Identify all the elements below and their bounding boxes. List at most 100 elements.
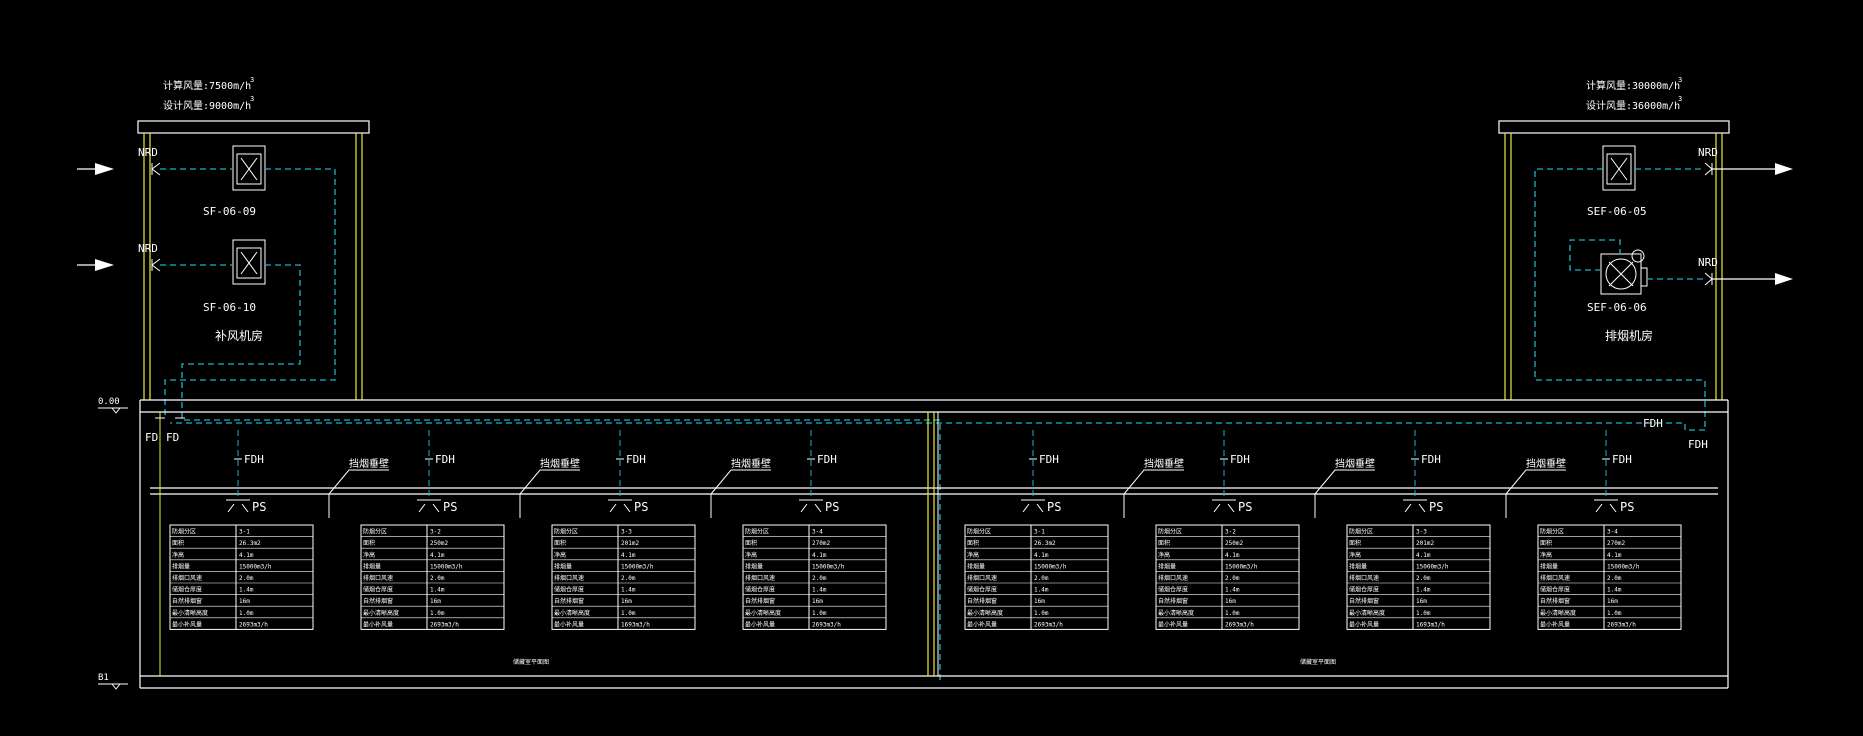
zone-table-label: 自然排烟窗 (1349, 597, 1379, 605)
level-bottom-label: B1 (98, 673, 109, 683)
right-exhaust-arrow-2 (1712, 273, 1793, 285)
zone-table-label: 最小清晰高度 (1158, 609, 1194, 617)
right-fdh-label-2: FDH (1688, 438, 1708, 451)
zone-table-value: 1.0m (1034, 610, 1049, 617)
ps-outlet-icon (1594, 499, 1618, 513)
fdh-label: FDH (435, 453, 455, 466)
zone-table-value: 16m (1416, 598, 1427, 605)
zone-table-label: 储烟仓厚度 (554, 586, 584, 594)
zone-table-value: 4.1m (430, 552, 445, 559)
zone-table-value: 1693m3/h (621, 621, 650, 628)
zone-table-label: 净高 (1540, 551, 1552, 559)
zone-table-label: 面积 (745, 539, 757, 547)
zone-table-label: 自然排烟窗 (1540, 597, 1570, 605)
zone-table-value: 2.0m (430, 575, 445, 582)
zone-table-value: 26.3m2 (239, 540, 261, 547)
zone-table-label: 净高 (745, 551, 757, 559)
ps-outlet-icon (799, 499, 823, 513)
exhaust-fan-icon-1 (1602, 145, 1636, 191)
zone-table-label: 排烟口风速 (967, 574, 997, 582)
left-machine-room: 计算风量:7500m/h 设计风量:9000m/h 3 3 NRD NRD SF… (77, 76, 941, 680)
left-nrd-valve-2-icon (151, 258, 161, 272)
zone-table-label: 最小补风量 (967, 620, 997, 628)
fdh-label: FDH (1230, 453, 1250, 466)
zone-table-label: 最小清晰高度 (967, 609, 1003, 617)
zone-table-label: 储烟仓厚度 (363, 586, 393, 594)
zone-table-label: 最小清晰高度 (745, 609, 781, 617)
ps-outlet-icon (417, 499, 441, 513)
zone-table-label: 自然排烟窗 (363, 597, 393, 605)
zone-table-label: 储烟仓厚度 (1158, 586, 1188, 594)
smoke-screen-label: 挡烟垂壁 (540, 457, 580, 470)
zone-table-value: 16m (1607, 598, 1618, 605)
right-sup3-b: 3 (1678, 95, 1682, 103)
zone-table-value: 1.0m (812, 610, 827, 617)
zone-table-label: 净高 (1158, 551, 1170, 559)
zone-table-value: 1.0m (1416, 610, 1431, 617)
zone-table-label: 排烟口风速 (1540, 574, 1570, 582)
zone-table-label: 防烟分区 (967, 528, 991, 536)
ps-label: PS (252, 500, 266, 514)
zone-table-label: 自然排烟窗 (745, 597, 775, 605)
zone-table-label: 最小清晰高度 (172, 609, 208, 617)
zone-table-value: 3-1 (1034, 529, 1045, 536)
zone-table-value: 2.0m (812, 575, 827, 582)
zone-table-label: 面积 (967, 539, 979, 547)
ps-label: PS (1429, 500, 1443, 514)
zone-table-label: 面积 (1349, 539, 1361, 547)
right-machine-room: 计算风量:30000m/h 设计风量:36000m/h 3 3 NRD NRD … (170, 76, 1793, 451)
left-sup3-b: 3 (250, 95, 254, 103)
zone-table-label: 排烟口风速 (1349, 574, 1379, 582)
zone-table-value: 26.3m2 (1034, 540, 1056, 547)
zone-table-label: 面积 (363, 539, 375, 547)
fdh-label: FDH (626, 453, 646, 466)
zone-table-value: 3-4 (1607, 529, 1618, 536)
ps-label: PS (634, 500, 648, 514)
zone-table-value: 16m (1034, 598, 1045, 605)
zone-table-value: 250m2 (1225, 540, 1243, 547)
ventilation-section-drawing: 计算风量:7500m/h 设计风量:9000m/h 3 3 NRD NRD SF… (77, 76, 1793, 690)
zone-table-value: 2.0m (239, 575, 254, 582)
level-top-label: 0.00 (98, 397, 120, 407)
zone-table-value: 1.4m (1607, 587, 1622, 594)
fdh-label: FDH (244, 453, 264, 466)
level-top-marker-icon (98, 407, 128, 414)
zone-table-value: 15000m3/h (812, 563, 845, 570)
zone-table-value: 270m2 (1607, 540, 1625, 547)
zone-table-value: 201m2 (1416, 540, 1434, 547)
zone-table-value: 1.0m (1225, 610, 1240, 617)
zone-table-value: 2.0m (1034, 575, 1049, 582)
fdh-label: FDH (1421, 453, 1441, 466)
zone-table-label: 排烟口风速 (363, 574, 393, 582)
zone-table-value: 2693m3/h (1607, 621, 1636, 628)
left-roof-slab (137, 120, 370, 134)
zone-table-label: 排烟量 (745, 562, 763, 570)
zone-table-label: 储烟仓厚度 (1540, 586, 1570, 594)
zone-table-value: 1.0m (239, 610, 254, 617)
supply-fan-icon-2 (232, 239, 266, 285)
zone-table-value: 4.1m (239, 552, 254, 559)
zone-table-value: 250m2 (430, 540, 448, 547)
exhaust-fan-2-id: SEF-06-06 (1587, 301, 1647, 314)
right-nrd-label-2: NRD (1698, 256, 1718, 269)
smoke-screen-label: 挡烟垂壁 (349, 457, 389, 470)
zone-table-value: 15000m3/h (239, 563, 272, 570)
zone-table-value: 15000m3/h (1225, 563, 1258, 570)
zone-table-value: 1.0m (1607, 610, 1622, 617)
zone-table-label: 排烟量 (363, 562, 381, 570)
zone-table-label: 自然排烟窗 (1158, 597, 1188, 605)
zone-table-value: 2693m3/h (1034, 621, 1063, 628)
zone-table-label: 排烟量 (554, 562, 572, 570)
right-design-airflow: 设计风量:36000m/h (1586, 99, 1680, 112)
fdh-label: FDH (817, 453, 837, 466)
zone-table-label: 面积 (1158, 539, 1170, 547)
right-sup3-a: 3 (1678, 76, 1682, 84)
fdh-label: FDH (1039, 453, 1059, 466)
zone-table-value: 1.4m (1225, 587, 1240, 594)
zone-table-value: 4.1m (621, 552, 636, 559)
zone-table-label: 最小清晰高度 (1349, 609, 1385, 617)
smoke-zones: FDH PS 防烟分区 3-1 面积 26.3m2 净高 4.1m 排烟量 15000m3/h 排烟… (169, 430, 1682, 666)
zone-table-label: 防烟分区 (745, 528, 769, 536)
zone-table-label: 最小补风量 (363, 620, 393, 628)
zone-table-value: 1.4m (812, 587, 827, 594)
